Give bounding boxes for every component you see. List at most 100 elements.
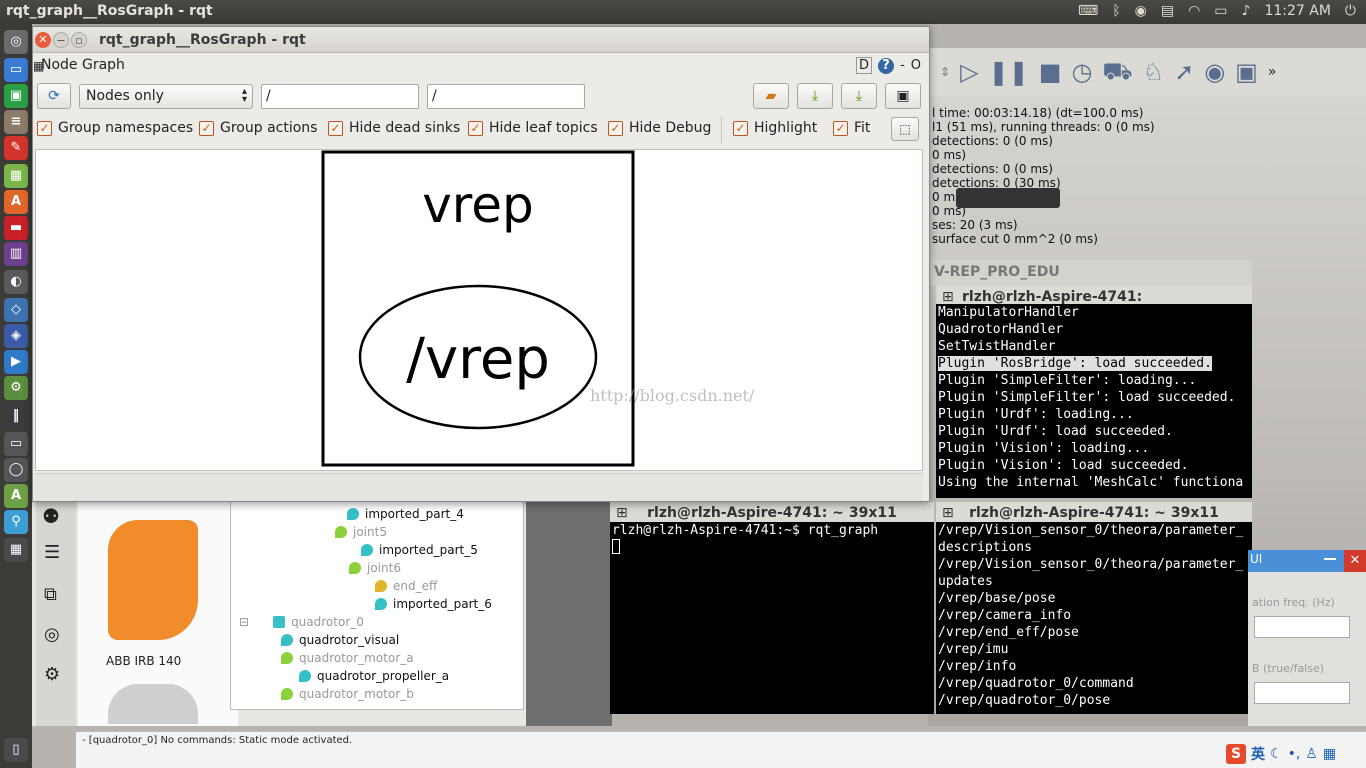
- checkbox-hide-leaf-topics[interactable]: ✓ Hide leaf topics: [468, 120, 598, 136]
- trash-icon[interactable]: ▯: [4, 738, 28, 762]
- stop-icon[interactable]: ■: [1039, 58, 1062, 86]
- dock-button[interactable]: D: [856, 57, 873, 74]
- load-dot-button[interactable]: ▰: [753, 83, 789, 109]
- help-button[interactable]: ?: [878, 57, 895, 74]
- notes-icon[interactable]: ▤: [1161, 3, 1174, 19]
- ime-language[interactable]: 英: [1251, 744, 1265, 764]
- more-icon[interactable]: »: [1268, 64, 1277, 80]
- tree-item[interactable]: quadrotor_propeller_a: [299, 669, 449, 683]
- punctuation-icon[interactable]: •,: [1288, 746, 1301, 762]
- layers-icon[interactable]: ▣: [1235, 58, 1258, 86]
- battery-icon[interactable]: ▭: [1214, 3, 1227, 19]
- play-icon[interactable]: ▷: [960, 58, 978, 86]
- clock[interactable]: 11:27 AM: [1264, 3, 1330, 19]
- rocket-icon[interactable]: ➚: [1174, 58, 1194, 86]
- dash-icon[interactable]: ◎: [4, 30, 28, 54]
- close-button[interactable]: ✕: [35, 32, 51, 48]
- layers-icon[interactable]: ⧉: [44, 584, 57, 605]
- checkbox-group-actions[interactable]: ✓ Group actions: [199, 120, 317, 136]
- keyboard-icon[interactable]: ⌨: [1078, 3, 1098, 19]
- power-icon[interactable]: ⏻: [1345, 3, 1356, 19]
- boolean-input[interactable]: [1254, 682, 1350, 704]
- dialog-minimize-button[interactable]: [1324, 558, 1336, 560]
- disk-icon[interactable]: ◯: [4, 458, 28, 482]
- shirt-icon[interactable]: ♙: [1305, 746, 1318, 762]
- graph-canvas[interactable]: vrep /vrep: [35, 149, 923, 471]
- checkbox-highlight[interactable]: ✓ Highlight: [733, 120, 817, 136]
- close-plugin-button[interactable]: O: [911, 58, 921, 73]
- namespace-filter-input[interactable]: /: [261, 84, 419, 109]
- video-icon[interactable]: ▥: [4, 242, 28, 266]
- turtle-icon[interactable]: ⛟: [1102, 57, 1132, 88]
- dialog-close-button[interactable]: ✕: [1344, 550, 1366, 572]
- checkbox-hide-debug[interactable]: ✓ Hide Debug: [608, 120, 711, 136]
- robot-icon[interactable]: ⚉: [42, 504, 60, 528]
- tree-item[interactable]: imported_part_6: [375, 597, 492, 611]
- app2-icon[interactable]: A: [4, 484, 28, 508]
- scene-view-fragment[interactable]: [526, 500, 612, 726]
- spinbox-arrows-icon[interactable]: ⇕: [940, 65, 950, 79]
- settings-icon[interactable]: ⚙: [4, 376, 28, 400]
- save-dot-button[interactable]: ⤓: [797, 83, 833, 109]
- maximize-button[interactable]: ▫: [71, 32, 87, 48]
- tree-item[interactable]: end_eff: [375, 579, 437, 593]
- fit-view-button[interactable]: ⬚: [891, 117, 919, 141]
- checkbox-fit[interactable]: ✓ Fit: [833, 120, 870, 136]
- workspace-switcher-icon[interactable]: ▦: [4, 538, 28, 562]
- terminal-right[interactable]: /vrep/Vision_sensor_0/theora/parameter_ …: [936, 522, 1252, 714]
- eye-icon[interactable]: ◉: [1204, 58, 1225, 86]
- wifi-icon[interactable]: ◠: [1188, 3, 1200, 19]
- tree-item[interactable]: imported_part_5: [361, 543, 478, 557]
- display-icon[interactable]: ▭: [4, 432, 28, 456]
- tree-item[interactable]: quadrotor_visual: [281, 633, 399, 647]
- minimize-plugin-button[interactable]: -: [900, 58, 905, 73]
- graph-svg[interactable]: vrep /vrep: [36, 150, 922, 470]
- topic-filter-input[interactable]: /: [427, 84, 585, 109]
- film-icon[interactable]: ◎: [44, 624, 60, 645]
- tool-icon[interactable]: ✎: [4, 136, 28, 160]
- terminal-icon[interactable]: ▬: [4, 216, 28, 240]
- tree-item[interactable]: joint6: [349, 561, 401, 575]
- bluetooth-icon[interactable]: ᛒ: [1112, 3, 1120, 19]
- checkbox-group-namespaces[interactable]: ✓ Group namespaces: [37, 120, 193, 136]
- terminal-top[interactable]: ManipulatorHandler QuadrotorHandler SetT…: [936, 304, 1252, 498]
- graph-type-select[interactable]: Nodes only ▴ ▾: [79, 84, 253, 109]
- tree-item[interactable]: quadrotor_motor_a: [281, 651, 414, 665]
- refresh-button[interactable]: ⟳: [37, 83, 71, 109]
- python-icon[interactable]: ◇: [4, 298, 28, 322]
- rabbit-icon[interactable]: ♘: [1143, 58, 1165, 86]
- text-editor-icon[interactable]: ≡: [4, 110, 28, 134]
- software-center-icon[interactable]: A: [4, 190, 28, 214]
- sogou-icon[interactable]: S: [1226, 744, 1246, 764]
- minimize-button[interactable]: −: [53, 32, 69, 48]
- volume-icon[interactable]: ♪: [1242, 3, 1251, 19]
- quadrotor-model[interactable]: [956, 188, 1060, 208]
- robot-thumbnail[interactable]: [108, 684, 198, 724]
- user-settings-icon[interactable]: ⚙: [44, 664, 60, 685]
- media-icon[interactable]: ▶: [4, 350, 28, 374]
- app-icon[interactable]: ▦: [4, 164, 28, 188]
- abb-robot-thumbnail[interactable]: [108, 520, 198, 640]
- tree-item[interactable]: ⊟ quadrotor_0: [239, 615, 364, 629]
- terminal-left[interactable]: rlzh@rlzh-Aspire-4741:~$ rqt_graph: [610, 522, 934, 714]
- tree-item[interactable]: imported_part_4: [347, 507, 464, 521]
- realtime-icon[interactable]: ◷: [1071, 58, 1092, 86]
- screenshot-button[interactable]: ▣: [885, 83, 921, 109]
- files-icon[interactable]: ▭: [4, 58, 28, 82]
- shield-icon[interactable]: ◈: [4, 324, 28, 348]
- checkbox-hide-dead-sinks[interactable]: ✓ Hide dead sinks: [328, 120, 460, 136]
- vrep-icon[interactable]: ⚲: [4, 510, 28, 534]
- monitor-icon[interactable]: ▣: [4, 84, 28, 108]
- chrome-icon[interactable]: ◉: [1135, 3, 1147, 19]
- game-icon[interactable]: ◐: [4, 270, 28, 294]
- workspace-icon[interactable]: ‖: [4, 404, 28, 428]
- moon-icon[interactable]: ☾: [1270, 746, 1283, 762]
- horizontal-scrollbar[interactable]: [35, 473, 923, 501]
- pause-icon[interactable]: ❚❚: [989, 58, 1029, 86]
- save-svg-button[interactable]: ⤓: [841, 83, 877, 109]
- list-icon[interactable]: ☰: [44, 542, 60, 563]
- keyboard-small-icon[interactable]: ▦: [1323, 746, 1336, 762]
- frequency-input[interactable]: [1254, 616, 1350, 638]
- tree-item[interactable]: joint5: [335, 525, 387, 539]
- tree-item[interactable]: quadrotor_motor_b: [281, 687, 414, 701]
